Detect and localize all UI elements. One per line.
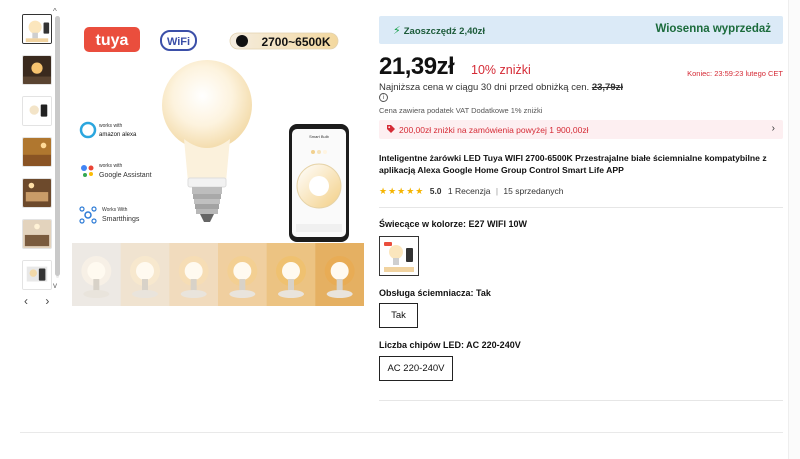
scroll-up-icon[interactable]: ^ [53,8,57,16]
phone-app-header: Smart Bulb [309,134,330,139]
section-divider-bottom [379,400,783,401]
info-icon[interactable]: i [379,93,388,102]
lamp-base [132,290,158,298]
alexa-works-with-text: works with [99,123,123,129]
scrollbar-thumb[interactable] [55,16,60,276]
thumbnail-gallery: ^ v [20,8,62,304]
page-divider [20,432,783,433]
rating-score: 5.0 [429,186,442,196]
slider-knob-icon [236,35,248,47]
lamp-bulb [87,262,106,280]
thumbnail-5[interactable] [22,178,52,208]
thumbnail-scrollbar[interactable]: ^ v [53,8,61,302]
thumbnail-3[interactable] [22,96,52,126]
product-image-art: tuya WiFi 2700~6500K works with amazon a… [72,27,364,306]
thumbnail-6[interactable] [22,219,52,249]
scroll-down-icon[interactable]: v [53,282,57,290]
promo-banner[interactable]: 200,00zł zniżki na zamówienia powyżej 1 … [379,120,783,139]
lamp-base [83,290,110,298]
savings-text-wrap: ⚡ Zaoszczędź 2,40zł [393,24,485,37]
light-bulb-illustration [162,60,252,222]
color-swatch-e27-wifi-10w[interactable] [379,236,419,276]
alexa-brand-text: amazon alexa [99,132,137,138]
lamp-bulb [330,262,349,280]
google-assistant-text: Google Assistant [99,172,152,179]
lamp-bulb [136,262,154,280]
tag-icon [386,124,396,137]
wifi-badge-text: WiFi [167,36,190,48]
dimmer-option-label: Obsługa ściemniacza: Tak [379,288,491,298]
lamp-bulb [184,262,203,280]
sale-end-time: Koniec: 23:59:23 lutego CET [687,69,783,78]
led-chips-option-ac[interactable]: AC 220-240V [379,356,453,381]
led-chips-option-label: Liczba chipów LED: AC 220-240V [379,340,521,350]
color-option-label: Świecące w kolorze: E27 WIFI 10W [379,219,528,229]
discount-percent: 10% zniżki [471,63,531,77]
smartthings-icon [79,206,97,224]
smartphone-illustration [289,124,349,242]
lamp-color-strip [72,243,364,306]
lowest-price-note: Najniższa cena w ciągu 30 dni przed obni… [379,82,623,93]
smartthings-works-with-text: Works With [102,207,128,213]
rating-separator: | [495,186,499,196]
current-price: 21,39zł [379,53,455,80]
dimmer-option-tak[interactable]: Tak [379,303,418,328]
rating-row: ★★★★★ 5.0 1 Recenzja | 15 sprzedanych [379,186,563,197]
tuya-logo-text: tuya [96,32,129,49]
lamp-base [278,290,304,298]
lamp-base [326,290,353,298]
google-works-with-text: works with [99,163,123,169]
lowest-price-value: 23,79zł [591,82,623,93]
alexa-icon [79,121,97,139]
lamp-base [180,290,207,298]
prev-thumbnail-button[interactable]: ‹ [24,294,28,308]
chevron-right-icon[interactable]: › [772,123,775,134]
temperature-range-text: 2700~6500K [261,35,330,49]
thumbnail-4[interactable] [22,137,52,167]
smartthings-text: Smartthings [102,216,140,223]
thumbnail-2[interactable] [22,55,52,85]
lightning-icon: ⚡ [393,25,401,37]
savings-banner[interactable]: ⚡ Zaoszczędź 2,40zł Wiosenna wyprzedaż [379,16,783,44]
savings-text: Zaoszczędź 2,40zł [403,26,486,37]
page-edge-strip [788,0,800,459]
reviews-link[interactable]: 1 Recenzja [448,186,491,196]
sold-count: 15 sprzedanych [503,186,564,196]
main-product-image[interactable]: tuya WiFi 2700~6500K works with amazon a… [72,12,364,306]
lowest-price-text: Najniższa cena w ciągu 30 dni przed obni… [379,82,590,93]
google-assistant-icon [81,165,94,177]
lamp-bulb [282,262,300,280]
thumbnail-nav: ‹ › [24,294,63,308]
star-rating-icon: ★★★★★ [379,186,425,196]
section-divider [379,207,783,208]
lamp-base [229,290,256,298]
thumbnail-1[interactable] [22,14,52,44]
thumbnail-7[interactable] [22,260,52,290]
product-title: Inteligentne żarówki LED Tuya WIFI 2700-… [379,153,767,175]
promo-text: 200,00zł zniżki na zamówienia powyżej 1 … [399,125,589,135]
sale-event-label: Wiosenna wyprzedaż [655,23,771,35]
next-thumbnail-button[interactable]: › [45,294,49,308]
lamp-bulb [233,262,252,280]
vat-note: Cena zawiera podatek VAT Dodatkowe 1% zn… [379,106,543,115]
